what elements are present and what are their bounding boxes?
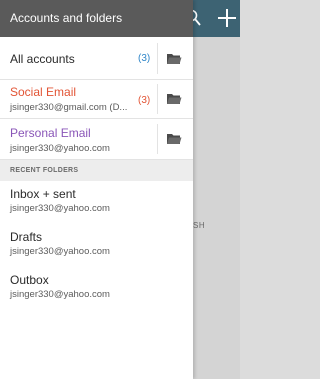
drawer-title: Accounts and folders <box>0 0 193 37</box>
folder-icon[interactable] <box>166 52 182 66</box>
folder-account-email: jsinger330@yahoo.com <box>10 289 110 300</box>
background-partial-text: SH <box>193 221 206 230</box>
folder-icon[interactable] <box>166 132 182 146</box>
plus-icon[interactable] <box>216 6 238 30</box>
account-name: Personal Email <box>10 126 91 140</box>
folder-icon[interactable] <box>166 92 182 106</box>
unread-count: (3) <box>138 95 151 106</box>
account-name: All accounts <box>10 52 75 66</box>
divider <box>157 84 158 114</box>
account-item-all[interactable]: All accounts (3) <box>0 37 193 80</box>
accounts-drawer: Accounts and folders All accounts (3) So… <box>0 0 193 379</box>
account-email: jsinger330@yahoo.com <box>10 143 110 154</box>
folder-account-email: jsinger330@yahoo.com <box>10 246 110 257</box>
folder-name: Inbox + sent <box>10 187 76 201</box>
recent-folder-drafts[interactable]: Drafts jsinger330@yahoo.com <box>0 224 193 267</box>
folder-account-email: jsinger330@yahoo.com <box>10 203 110 214</box>
recent-folder-inbox-sent[interactable]: Inbox + sent jsinger330@yahoo.com <box>0 181 193 224</box>
divider <box>157 43 158 74</box>
unread-count: (3) <box>138 53 151 64</box>
account-name: Social Email <box>10 85 77 99</box>
recent-folders-header: RECENT FOLDERS <box>0 160 193 181</box>
account-item-personal-email[interactable]: Personal Email jsinger330@yahoo.com <box>0 119 193 160</box>
account-item-social-email[interactable]: Social Email jsinger330@gmail.com (D... … <box>0 80 193 119</box>
account-email: jsinger330@gmail.com (D... <box>10 102 128 113</box>
folder-name: Outbox <box>10 273 49 287</box>
folder-name: Drafts <box>10 230 43 244</box>
divider <box>157 124 158 154</box>
recent-folder-outbox[interactable]: Outbox jsinger330@yahoo.com <box>0 267 193 310</box>
